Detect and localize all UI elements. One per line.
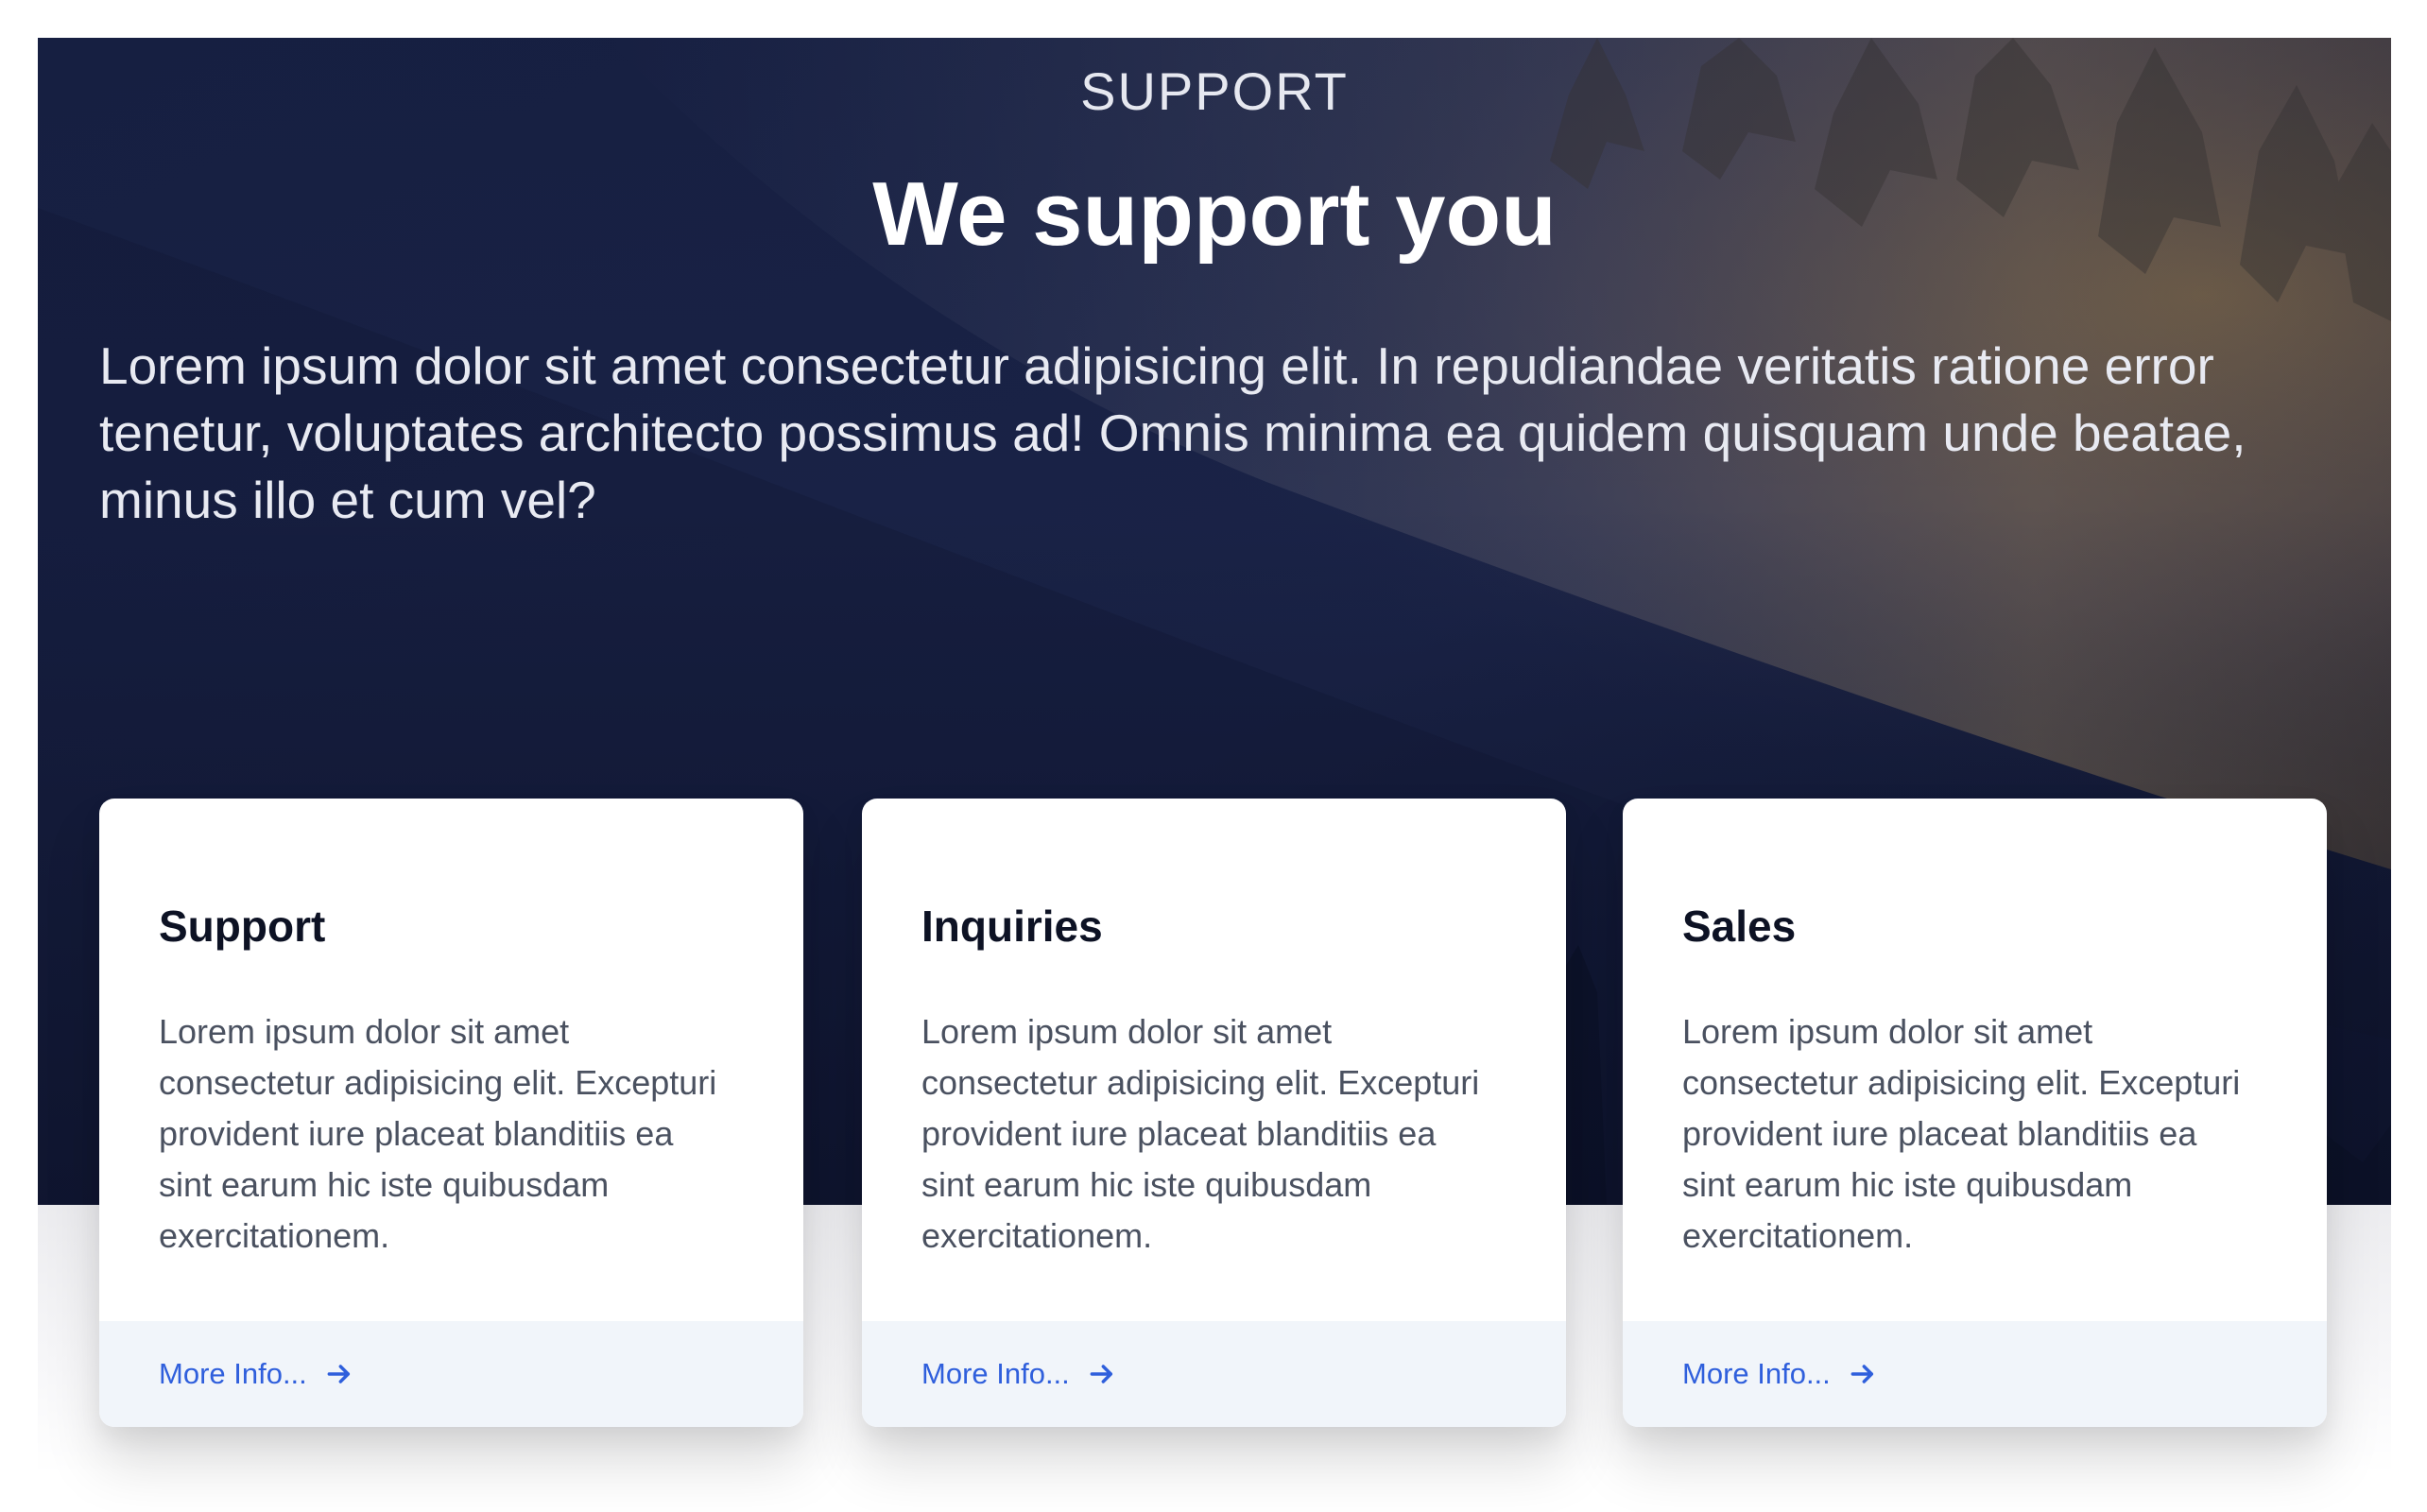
section-eyebrow: SUPPORT bbox=[1080, 61, 1349, 121]
section-headline: We support you bbox=[872, 163, 1557, 265]
more-info-label: More Info... bbox=[921, 1357, 1070, 1390]
more-info-label: More Info... bbox=[159, 1357, 307, 1390]
inquiries-card: Inquiries Lorem ipsum dolor sit amet con… bbox=[862, 799, 1566, 1427]
support-card: Support Lorem ipsum dolor sit amet conse… bbox=[99, 799, 803, 1427]
card-body: Inquiries Lorem ipsum dolor sit amet con… bbox=[862, 799, 1566, 1321]
support-section: SUPPORT We support you Lorem ipsum dolor… bbox=[0, 0, 2427, 1512]
card-description: Lorem ipsum dolor sit amet consectetur a… bbox=[1682, 1012, 2241, 1255]
card-title: Inquiries bbox=[921, 902, 1103, 951]
card-footer: More Info... bbox=[862, 1321, 1566, 1427]
more-info-link-support[interactable]: More Info... bbox=[159, 1321, 354, 1427]
section-intro-text: Lorem ipsum dolor sit amet consectetur a… bbox=[99, 336, 2246, 529]
card-description: Lorem ipsum dolor sit amet consectetur a… bbox=[159, 1012, 717, 1255]
card-description: Lorem ipsum dolor sit amet consectetur a… bbox=[921, 1012, 1480, 1255]
more-info-label: More Info... bbox=[1682, 1357, 1831, 1390]
sales-card: Sales Lorem ipsum dolor sit amet consect… bbox=[1623, 799, 2327, 1427]
arrow-right-icon bbox=[1090, 1365, 1112, 1383]
more-info-link-inquiries[interactable]: More Info... bbox=[921, 1321, 1117, 1427]
more-info-link-sales[interactable]: More Info... bbox=[1682, 1321, 1878, 1427]
card-title: Sales bbox=[1682, 902, 1797, 951]
card-body: Sales Lorem ipsum dolor sit amet consect… bbox=[1623, 799, 2327, 1321]
card-title: Support bbox=[159, 902, 326, 951]
arrow-right-icon bbox=[327, 1365, 350, 1383]
card-footer: More Info... bbox=[99, 1321, 803, 1427]
arrow-right-icon bbox=[1850, 1365, 1873, 1383]
card-body: Support Lorem ipsum dolor sit amet conse… bbox=[99, 799, 803, 1321]
card-footer: More Info... bbox=[1623, 1321, 2327, 1427]
